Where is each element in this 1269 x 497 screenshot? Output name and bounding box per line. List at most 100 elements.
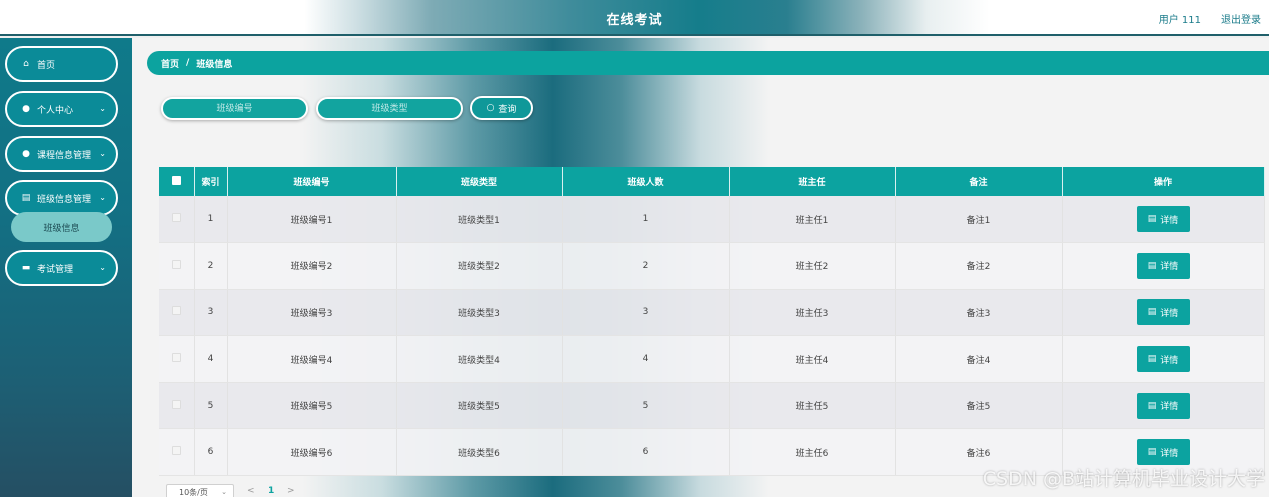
- chevron-down-icon: ⌄: [99, 193, 106, 202]
- cell-class-no: 班级编号6: [227, 428, 397, 477]
- select-all-checkbox[interactable]: [171, 175, 181, 185]
- cell-actions: ▤ 详情: [1062, 335, 1265, 383]
- row-checkbox-cell[interactable]: [159, 428, 195, 477]
- detail-button[interactable]: ▤ 详情: [1136, 392, 1190, 419]
- table-row: 5 班级编号5 班级类型5 5 班主任5 备注5 ▤ 详情: [159, 382, 1265, 430]
- top-header: 在线考试 用户 111 退出登录: [0, 0, 1269, 36]
- briefcase-icon: ▬: [21, 263, 31, 273]
- cell-teacher: 班主任1: [729, 196, 896, 244]
- detail-button-label: 详情: [1160, 215, 1179, 226]
- detail-button-label: 详情: [1160, 448, 1179, 459]
- sidebar-item-personal-center[interactable]: ● 个人中心 ⌄: [5, 91, 118, 127]
- class-no-search-input[interactable]: [161, 97, 308, 120]
- detail-button[interactable]: ▤ 详情: [1136, 439, 1190, 466]
- user-icon: ●: [22, 149, 30, 159]
- app-title: 在线考试: [606, 13, 663, 28]
- page-size-select[interactable]: 10条/页 ⌄: [166, 484, 234, 497]
- cell-actions: ▤ 详情: [1062, 289, 1265, 337]
- column-header-class-no: 班级编号: [227, 167, 397, 196]
- cell-teacher: 班主任6: [729, 428, 896, 477]
- cell-class-no: 班级编号5: [227, 382, 397, 430]
- column-header-actions: 操作: [1062, 167, 1265, 196]
- sidebar-item-class-management[interactable]: ▤ 班级信息管理 ⌄: [5, 180, 118, 216]
- page-size-value: 10条/页: [179, 487, 208, 497]
- home-icon: ⌂: [23, 59, 29, 69]
- row-checkbox[interactable]: [171, 259, 181, 269]
- sidebar-subitem-class-info[interactable]: 班级信息: [11, 212, 112, 242]
- detail-button-label: 详情: [1160, 402, 1179, 413]
- next-page-button[interactable]: >: [287, 486, 295, 496]
- row-checkbox[interactable]: [171, 446, 181, 456]
- row-checkbox-cell[interactable]: [159, 242, 195, 290]
- detail-button[interactable]: ▤ 详情: [1136, 252, 1190, 279]
- sidebar-item-exam-management[interactable]: ▬ 考试管理 ⌄: [5, 250, 118, 286]
- cell-class-no: 班级编号3: [227, 289, 397, 337]
- row-checkbox[interactable]: [171, 306, 181, 316]
- class-type-search-input[interactable]: [316, 97, 463, 120]
- cell-class-type: 班级类型6: [396, 428, 563, 477]
- document-icon: ▤: [1147, 400, 1157, 411]
- cell-note: 备注3: [895, 289, 1063, 337]
- detail-button-label: 详情: [1160, 262, 1179, 273]
- user-name[interactable]: 用户 111: [1159, 11, 1201, 26]
- cell-note: 备注2: [895, 242, 1063, 290]
- detail-button[interactable]: ▤ 详情: [1136, 206, 1190, 233]
- sidebar-item-label: 个人中心: [37, 105, 74, 116]
- clipboard-icon: ▤: [21, 193, 31, 203]
- sidebar-item-course-management[interactable]: ● 课程信息管理 ⌄: [5, 136, 118, 172]
- cell-actions: ▤ 详情: [1062, 196, 1265, 244]
- chevron-down-icon: ⌄: [99, 263, 106, 272]
- cell-count: 5: [562, 382, 730, 430]
- column-header-teacher: 班主任: [729, 167, 896, 196]
- document-icon: ▤: [1147, 354, 1157, 365]
- cell-count: 6: [562, 428, 730, 477]
- cell-count: 4: [562, 335, 730, 383]
- cell-count: 2: [562, 242, 730, 290]
- detail-button[interactable]: ▤ 详情: [1136, 346, 1190, 373]
- row-checkbox-cell[interactable]: [159, 289, 195, 337]
- breadcrumb-separator: /: [186, 58, 190, 68]
- cell-class-type: 班级类型1: [396, 196, 563, 244]
- page-number-current[interactable]: 1: [268, 486, 274, 496]
- sidebar-item-label: 首页: [37, 60, 56, 71]
- sidebar: ⌂ 首页 ● 个人中心 ⌄ ● 课程信息管理 ⌄ ▤ 班级信息管理 ⌄ 班级信息…: [0, 38, 132, 497]
- logout-link[interactable]: 退出登录: [1221, 11, 1261, 26]
- row-checkbox-cell[interactable]: [159, 335, 195, 383]
- cell-class-no: 班级编号1: [227, 196, 397, 244]
- breadcrumb-current: 班级信息: [196, 59, 233, 70]
- search-button-label: 查询: [498, 104, 517, 115]
- cell-class-no: 班级编号4: [227, 335, 397, 383]
- cell-class-type: 班级类型4: [396, 335, 563, 383]
- column-header-count: 班级人数: [562, 167, 730, 196]
- row-checkbox-cell[interactable]: [159, 196, 195, 244]
- cell-index: 6: [194, 428, 228, 477]
- cell-index: 1: [194, 196, 228, 244]
- sidebar-item-home[interactable]: ⌂ 首页: [5, 46, 118, 82]
- cell-class-type: 班级类型3: [396, 289, 563, 337]
- cell-class-type: 班级类型5: [396, 382, 563, 430]
- main-content: 首页 / 班级信息 ○ 查询 索引 班级编号 班级类型 班级人数 班主任 备注 …: [132, 38, 1269, 497]
- row-checkbox[interactable]: [171, 353, 181, 363]
- sidebar-item-label: 考试管理: [37, 264, 74, 275]
- table-header-row: 索引 班级编号 班级类型 班级人数 班主任 备注 操作: [159, 167, 1265, 196]
- search-icon: ○: [486, 103, 495, 113]
- select-all-checkbox-cell[interactable]: [159, 167, 195, 196]
- cell-teacher: 班主任5: [729, 382, 896, 430]
- column-header-index: 索引: [194, 167, 228, 196]
- class-info-table: 索引 班级编号 班级类型 班级人数 班主任 备注 操作 1 班级编号1 班级类型…: [159, 167, 1265, 477]
- prev-page-button[interactable]: <: [247, 486, 255, 496]
- breadcrumb-home[interactable]: 首页: [161, 57, 179, 70]
- cell-class-type: 班级类型2: [396, 242, 563, 290]
- breadcrumb: 首页 / 班级信息: [147, 51, 1269, 75]
- row-checkbox[interactable]: [171, 213, 181, 223]
- row-checkbox-cell[interactable]: [159, 382, 195, 430]
- cell-actions: ▤ 详情: [1062, 242, 1265, 290]
- row-checkbox[interactable]: [171, 399, 181, 409]
- document-icon: ▤: [1147, 214, 1157, 225]
- detail-button[interactable]: ▤ 详情: [1136, 299, 1190, 326]
- cell-actions: ▤ 详情: [1062, 382, 1265, 430]
- table-row: 3 班级编号3 班级类型3 3 班主任3 备注3 ▤ 详情: [159, 289, 1265, 337]
- search-button[interactable]: ○ 查询: [470, 96, 533, 120]
- document-icon: ▤: [1147, 447, 1157, 458]
- table-row: 1 班级编号1 班级类型1 1 班主任1 备注1 ▤ 详情: [159, 196, 1265, 244]
